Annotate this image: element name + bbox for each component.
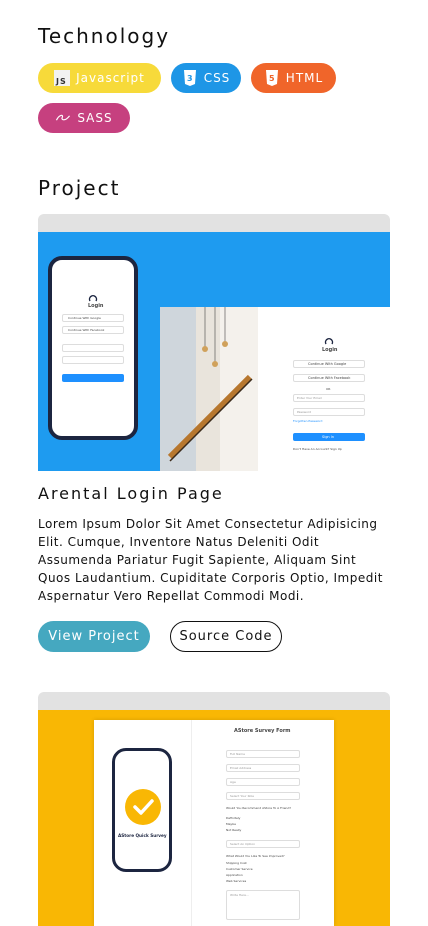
survey-option: Not Really <box>226 828 242 832</box>
badge-label: HTML <box>285 71 324 85</box>
desktop-login-label: Login <box>322 347 338 353</box>
survey-option: Customer Service <box>226 867 253 871</box>
badge-sass: SASS <box>38 103 130 133</box>
survey-age-placeholder: Age <box>230 780 236 784</box>
project-card-2: AStore Quick Survey AStore Survey Form F… <box>38 692 390 926</box>
card-browser-bar <box>38 214 390 232</box>
phone-signin-button <box>62 374 124 382</box>
survey-phone-mockup: AStore Quick Survey <box>112 748 172 872</box>
survey-option: Maybe <box>226 822 236 826</box>
phone-login-label: Login <box>88 303 104 309</box>
survey-desktop-mockup: AStore Quick Survey AStore Survey Form F… <box>94 720 334 926</box>
view-project-button[interactable]: View Project <box>38 621 150 652</box>
svg-text:JS: JS <box>55 77 67 86</box>
desktop-password-placeholder: Password <box>297 410 312 414</box>
project-heading: Project <box>38 176 121 200</box>
source-code-button[interactable]: Source Code <box>170 621 282 652</box>
phone-facebook-label: Continue With Facebook <box>68 328 105 332</box>
survey-name-placeholder: Full Name <box>230 752 245 756</box>
badge-label: SASS <box>77 111 113 125</box>
portfolio-page: Technology JS Javascript 3 CSS 5 HTML SA… <box>0 0 428 926</box>
logo-icon <box>324 338 334 345</box>
project-title: Arental Login Page <box>38 484 224 503</box>
survey-form-title: AStore Survey Form <box>234 728 291 734</box>
logo-icon <box>88 295 98 302</box>
survey-quick-label: AStore Quick Survey <box>118 833 167 838</box>
survey-option: Web Services <box>226 879 247 883</box>
desktop-mockup: Login Continue With Google Continue With… <box>160 307 390 471</box>
survey-role-placeholder: Select Your Role <box>230 794 255 798</box>
project-preview-image[interactable]: AStore Quick Survey AStore Survey Form F… <box>38 710 390 926</box>
check-icon <box>125 789 161 825</box>
phone-password-field <box>62 356 124 364</box>
desktop-signup-prompt: Don't Have An Account? Sign Up <box>293 447 342 451</box>
survey-option: Shipping Cost <box>226 861 247 865</box>
svg-text:3: 3 <box>187 74 194 83</box>
desktop-google-label: Continue With Google <box>308 362 347 366</box>
badge-javascript: JS Javascript <box>38 63 161 93</box>
css3-icon: 3 <box>182 70 198 86</box>
svg-text:5: 5 <box>269 74 276 83</box>
survey-question-1: Would You Recommend AStore To A Friend? <box>226 806 291 810</box>
project-description: Lorem Ipsum Dolor Sit Amet Consectetur A… <box>38 517 383 603</box>
desktop-signin-label: Sign In <box>322 435 334 439</box>
project-preview-image[interactable]: Login Continue With Google Continue With… <box>38 232 390 471</box>
badge-label: Javascript <box>76 71 145 85</box>
survey-question-2: What Would You Like To See Improved? <box>226 854 285 858</box>
phone-mockup: Login Continue With Google Continue With… <box>48 256 138 440</box>
staircase-photo <box>160 307 258 471</box>
badge-html: 5 HTML <box>251 63 336 93</box>
project-card-1: Login Continue With Google Continue With… <box>38 214 390 471</box>
sass-icon <box>55 110 71 126</box>
survey-select-placeholder: Select An Option <box>230 842 256 846</box>
survey-age-field <box>226 778 300 786</box>
js-icon: JS <box>54 70 71 86</box>
phone-google-label: Continue With Google <box>68 316 101 320</box>
desktop-email-placeholder: Enter Your Email <box>297 396 322 400</box>
survey-option: Definitely <box>226 816 241 820</box>
phone-email-field <box>62 344 124 352</box>
desktop-facebook-label: Continue With Facebook <box>308 376 351 380</box>
html5-icon: 5 <box>264 70 280 86</box>
badge-label: CSS <box>203 71 231 85</box>
badge-css: 3 CSS <box>171 63 241 93</box>
desktop-forgot-link: Forgotten Password <box>293 419 323 423</box>
technology-heading: Technology <box>38 24 171 48</box>
card-browser-bar <box>38 692 390 710</box>
survey-email-placeholder: Email Address <box>230 766 252 770</box>
desktop-or-label: OR <box>326 387 331 391</box>
survey-textarea-placeholder: Write Here... <box>230 893 249 897</box>
survey-option: Application <box>226 873 243 877</box>
